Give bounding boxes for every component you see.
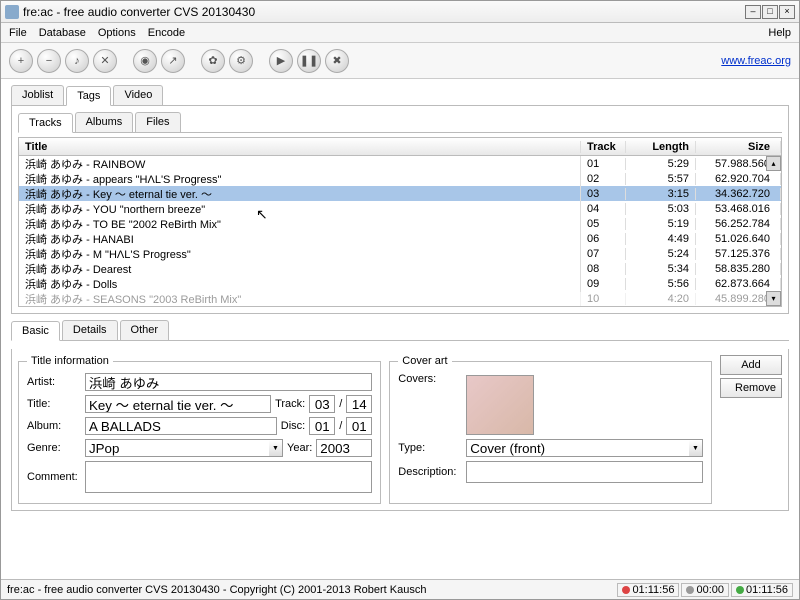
- status-time1: 01:11:56: [617, 583, 679, 597]
- tracks-table: Title Track Length Size 浜崎 あゆみ - RAINBOW…: [18, 137, 782, 307]
- status-time3: 01:11:56: [731, 583, 793, 597]
- description-label: Description:: [398, 466, 462, 478]
- col-length[interactable]: Length: [626, 141, 696, 153]
- settings-icon[interactable]: ✿: [201, 49, 225, 73]
- table-row[interactable]: 浜崎 あゆみ - M "HΛL'S Progress"075:2457.125.…: [19, 246, 781, 261]
- statusbar: fre:ac - free audio converter CVS 201304…: [1, 579, 799, 599]
- subtab-tracks[interactable]: Tracks: [18, 113, 73, 133]
- cover-buttons: Add Remove: [720, 355, 782, 504]
- window-title: fre:ac - free audio converter CVS 201304…: [23, 5, 745, 19]
- tab-tags[interactable]: Tags: [66, 86, 111, 106]
- title-field[interactable]: [85, 395, 271, 413]
- disc-field[interactable]: [309, 417, 335, 435]
- table-body: 浜崎 あゆみ - RAINBOW015:2957.988.560 浜崎 あゆみ …: [19, 156, 781, 306]
- menu-encode[interactable]: Encode: [148, 27, 185, 39]
- titlebar: fre:ac - free audio converter CVS 201304…: [1, 1, 799, 23]
- close-button[interactable]: ×: [779, 5, 795, 19]
- genre-combo[interactable]: ▼: [85, 439, 283, 457]
- table-row[interactable]: 浜崎 あゆみ - YOU "northern breeze"045:0353.4…: [19, 201, 781, 216]
- table-header: Title Track Length Size: [19, 138, 781, 156]
- table-row[interactable]: 浜崎 あゆみ - Dolls095:5662.873.664: [19, 276, 781, 291]
- menu-options[interactable]: Options: [98, 27, 136, 39]
- genre-label: Genre:: [27, 442, 81, 454]
- remove-button[interactable]: Remove: [720, 378, 782, 398]
- title-info-legend: Title information: [27, 355, 113, 367]
- add-button[interactable]: Add: [720, 355, 782, 375]
- menubar: File Database Options Encode Help: [1, 23, 799, 43]
- col-title[interactable]: Title: [19, 141, 581, 153]
- menu-file[interactable]: File: [9, 27, 27, 39]
- comment-field[interactable]: [85, 461, 372, 493]
- artist-label: Artist:: [27, 376, 81, 388]
- artist-field[interactable]: [85, 373, 372, 391]
- subtab-albums[interactable]: Albums: [75, 112, 134, 132]
- chevron-down-icon[interactable]: ▼: [689, 439, 703, 457]
- disc-label: Disc:: [281, 420, 305, 432]
- main-tabs: Joblist Tags Video: [11, 85, 789, 106]
- tab-joblist[interactable]: Joblist: [11, 85, 64, 105]
- maximize-button[interactable]: □: [762, 5, 778, 19]
- year-field[interactable]: [316, 439, 372, 457]
- table-row[interactable]: 浜崎 あゆみ - appears "HΛL'S Progress"025:576…: [19, 171, 781, 186]
- tab-basic[interactable]: Basic: [11, 321, 60, 341]
- cover-image[interactable]: [466, 375, 534, 435]
- track-total-field[interactable]: [346, 395, 372, 413]
- comment-label: Comment:: [27, 471, 81, 483]
- year-label: Year:: [287, 442, 312, 454]
- add-file-icon[interactable]: +: [9, 49, 33, 73]
- scroll-up-icon[interactable]: ▴: [766, 156, 781, 171]
- stop-icon[interactable]: ✖: [325, 49, 349, 73]
- disc-total-field[interactable]: [346, 417, 372, 435]
- track-field[interactable]: [309, 395, 335, 413]
- genre-field[interactable]: [85, 439, 269, 457]
- cover-art-fieldset: Cover art Covers: Type: ▼ Description:: [389, 355, 712, 504]
- cover-art-legend: Cover art: [398, 355, 451, 367]
- title-label: Title:: [27, 398, 81, 410]
- scroll-down-icon[interactable]: ▾: [766, 291, 781, 306]
- description-field[interactable]: [466, 461, 703, 483]
- type-combo[interactable]: ▼: [466, 439, 703, 457]
- toolbar: + − ♪ ✕ ◉ ↗ ✿ ⚙ ▶ ❚❚ ✖ www.freac.org: [1, 43, 799, 79]
- tab-details[interactable]: Details: [62, 320, 118, 340]
- table-row[interactable]: 浜崎 あゆみ - HANABI064:4951.026.640: [19, 231, 781, 246]
- minimize-button[interactable]: –: [745, 5, 761, 19]
- menu-database[interactable]: Database: [39, 27, 86, 39]
- table-row[interactable]: 浜崎 あゆみ - SEASONS "2003 ReBirth Mix"104:2…: [19, 291, 781, 306]
- type-field[interactable]: [466, 439, 689, 457]
- table-row[interactable]: 浜崎 あゆみ - RAINBOW015:2957.988.560: [19, 156, 781, 171]
- title-info-fieldset: Title information Artist: Title: Track: …: [18, 355, 381, 504]
- table-row[interactable]: 浜崎 あゆみ - TO BE "2002 ReBirth Mix"055:195…: [19, 216, 781, 231]
- remove-file-icon[interactable]: −: [37, 49, 61, 73]
- status-time2: 00:00: [681, 583, 729, 597]
- homepage-link[interactable]: www.freac.org: [721, 55, 791, 67]
- play-icon[interactable]: ▶: [269, 49, 293, 73]
- table-row[interactable]: 浜崎 あゆみ - Dearest085:3458.835.280: [19, 261, 781, 276]
- subtab-files[interactable]: Files: [135, 112, 180, 132]
- album-label: Album:: [27, 420, 81, 432]
- pause-icon[interactable]: ❚❚: [297, 49, 321, 73]
- cd-icon[interactable]: ♪: [65, 49, 89, 73]
- tab-other[interactable]: Other: [120, 320, 170, 340]
- status-text: fre:ac - free audio converter CVS 201304…: [7, 584, 426, 596]
- album-field[interactable]: [85, 417, 277, 435]
- menu-help[interactable]: Help: [768, 27, 791, 39]
- type-label: Type:: [398, 442, 462, 454]
- submit-icon[interactable]: ↗: [161, 49, 185, 73]
- basic-panel: Title information Artist: Title: Track: …: [11, 349, 789, 511]
- table-row[interactable]: 浜崎 あゆみ - Key ～ eternal tie ver. ～033:153…: [19, 186, 781, 201]
- chevron-down-icon[interactable]: ▼: [269, 439, 283, 457]
- tags-panel: Tracks Albums Files Title Track Length S…: [11, 106, 789, 314]
- detail-tabs: Basic Details Other: [11, 320, 789, 341]
- covers-label: Covers:: [398, 373, 462, 385]
- track-label: Track:: [275, 398, 305, 410]
- gear-icon[interactable]: ⚙: [229, 49, 253, 73]
- clear-icon[interactable]: ✕: [93, 49, 117, 73]
- col-size[interactable]: Size: [696, 141, 781, 153]
- database-icon[interactable]: ◉: [133, 49, 157, 73]
- tab-video[interactable]: Video: [113, 85, 163, 105]
- app-icon: [5, 5, 19, 19]
- col-track[interactable]: Track: [581, 141, 626, 153]
